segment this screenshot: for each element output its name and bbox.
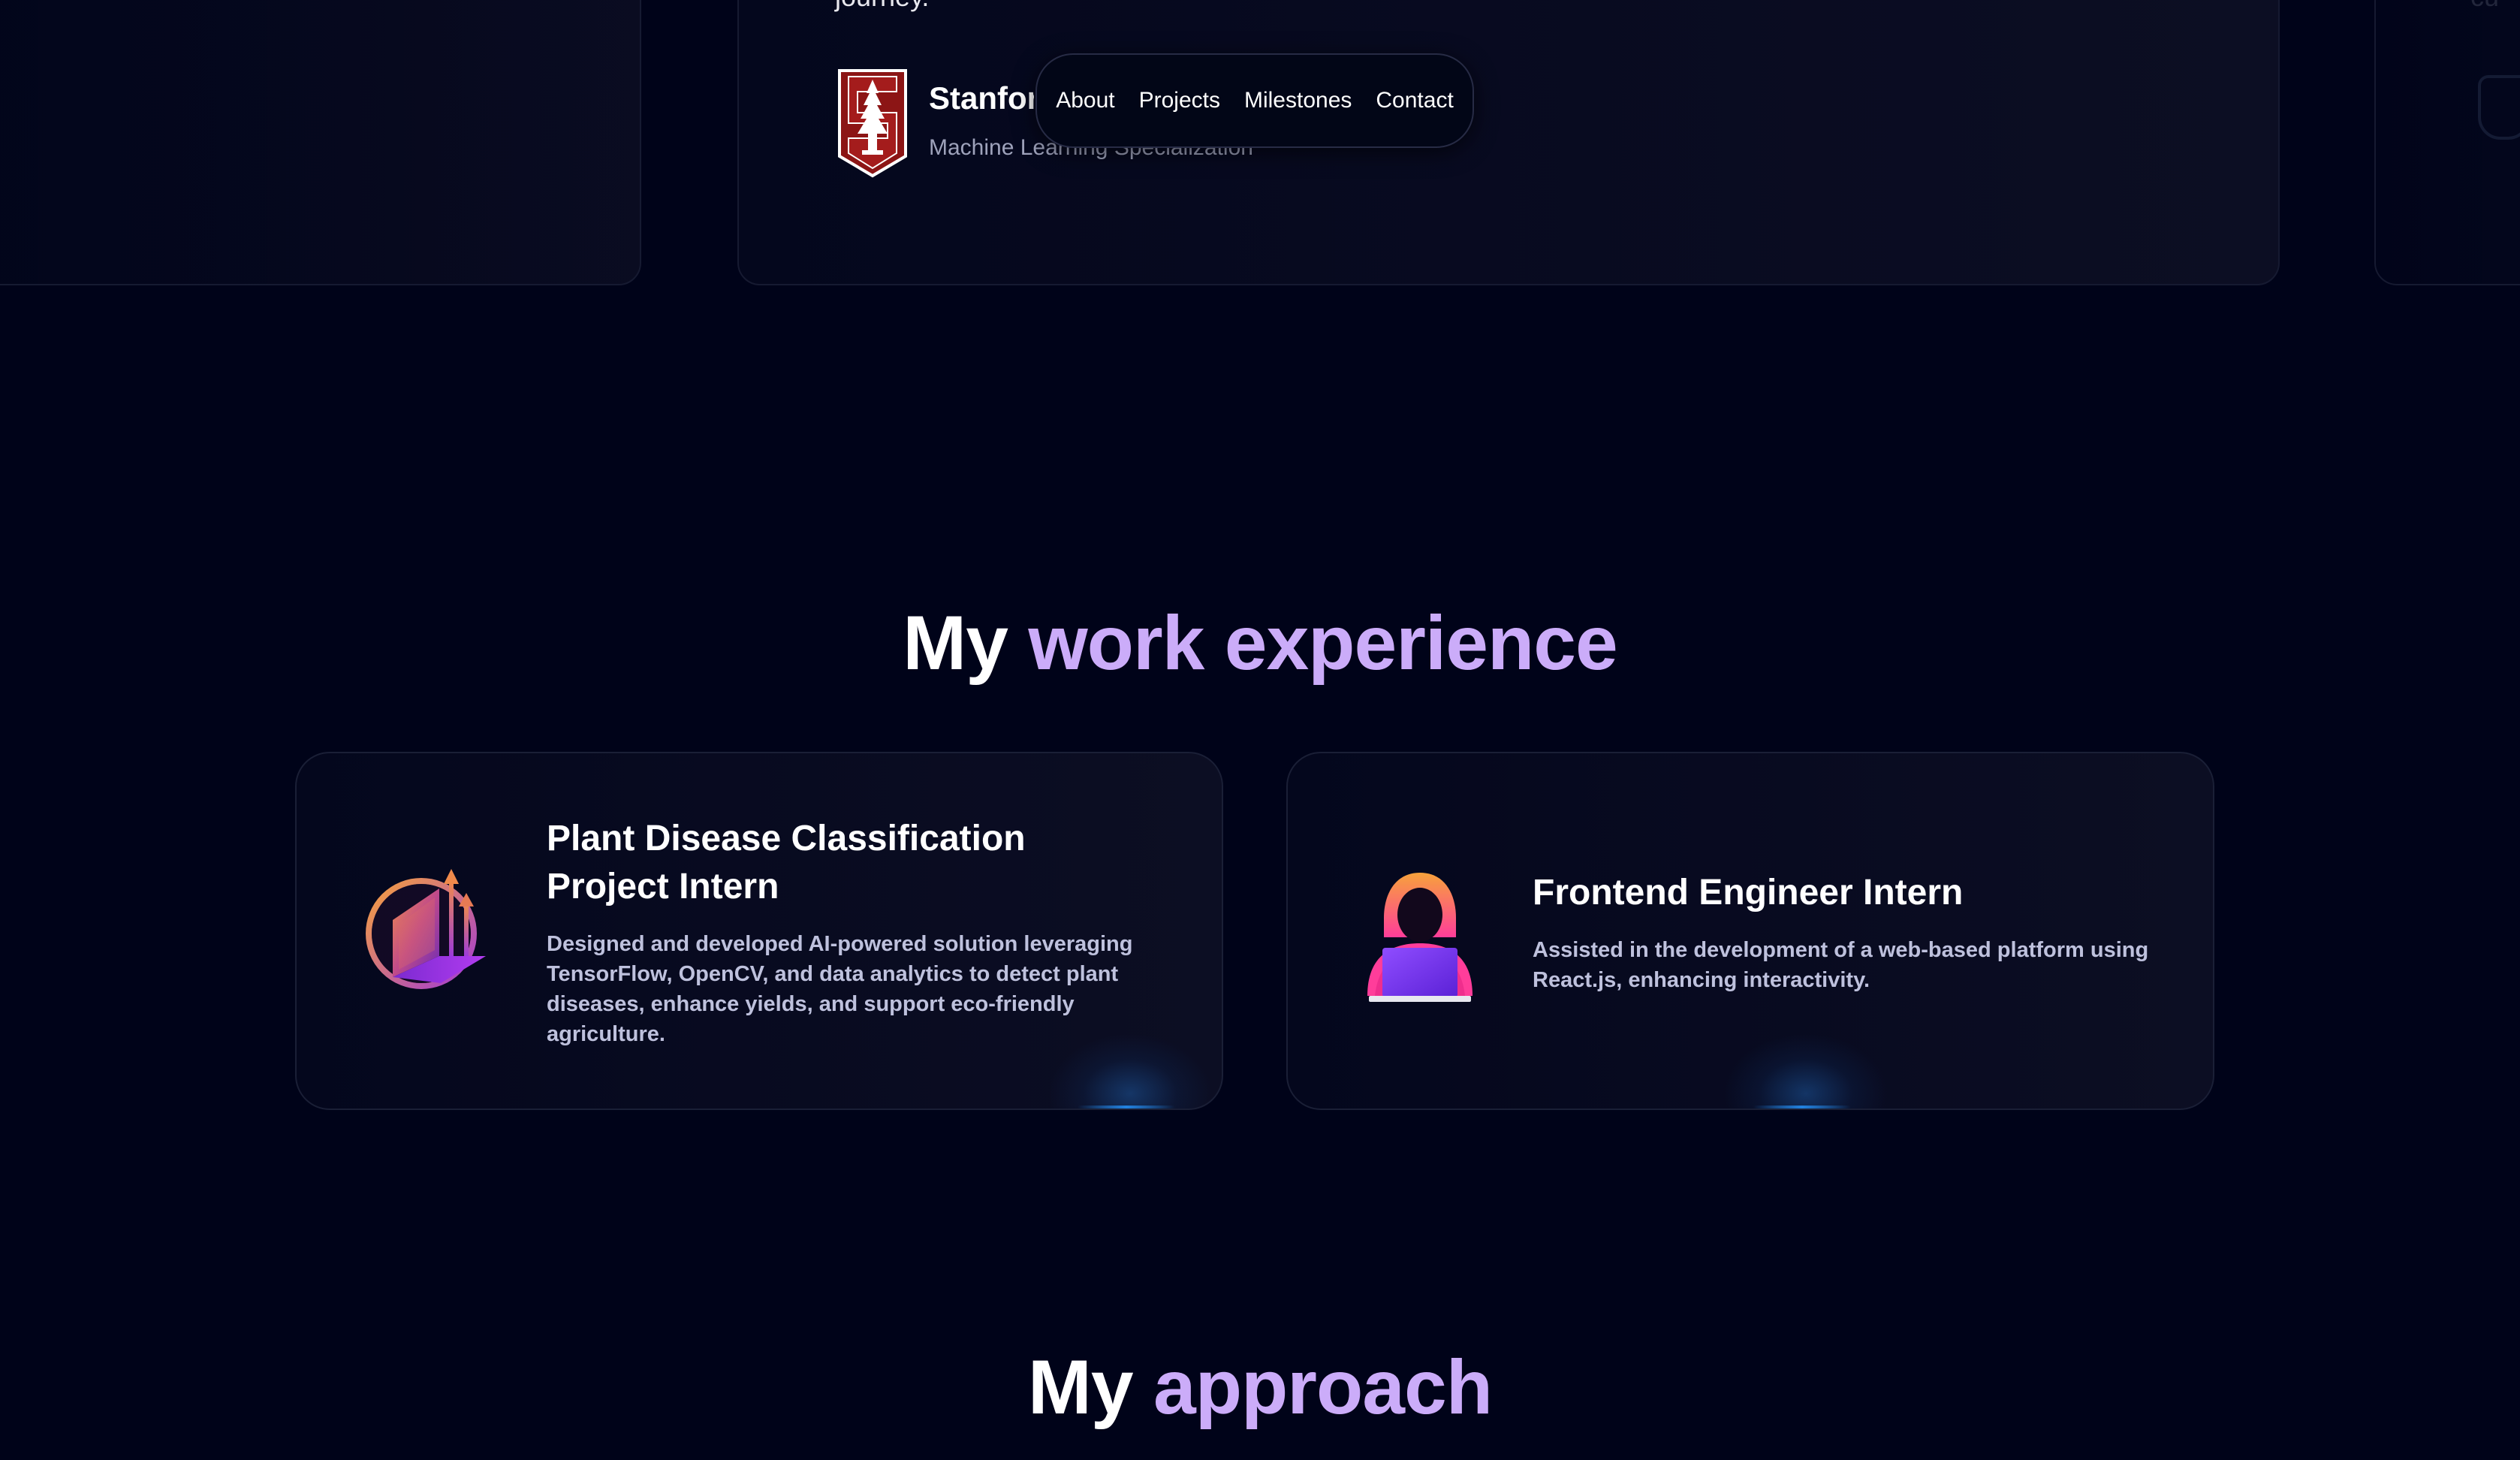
floating-nav: About Projects Milestones Contact xyxy=(1035,53,1474,148)
nav-link-milestones[interactable]: Milestones xyxy=(1244,88,1352,113)
heading-plain-text: My xyxy=(903,600,1008,686)
next-testimonial-logo xyxy=(2478,75,2520,140)
work-experience-heading: My work experience xyxy=(0,605,2520,681)
heading-accent-text: work experience xyxy=(1028,600,1617,686)
testimonial-name: Stanford xyxy=(929,83,1034,114)
hooded-coder-icon xyxy=(1367,873,1473,1002)
experience-description: Assisted in the development of a web-bas… xyxy=(1533,938,2149,992)
card-glow-line xyxy=(1078,1106,1175,1109)
laptop-growth-icon xyxy=(366,869,486,989)
card-glow xyxy=(1723,1033,1888,1109)
experience-card-frontend-engineer[interactable]: Frontend Engineer Intern Assisted in the… xyxy=(1286,752,2214,1110)
testimonial-card-next xyxy=(2374,0,2520,285)
heading-accent-text: approach xyxy=(1153,1344,1493,1430)
nav-link-projects[interactable]: Projects xyxy=(1139,88,1220,113)
experience-title: Frontend Engineer Intern xyxy=(1533,873,1964,912)
nav-link-contact[interactable]: Contact xyxy=(1376,88,1453,113)
experience-description: Designed and developed AI-powered soluti… xyxy=(547,932,1133,1046)
page: journey. cu Stanford Machine Learning Sp… xyxy=(0,0,2520,1460)
stanford-logo-icon xyxy=(838,69,907,178)
experience-card-plant-disease[interactable]: Plant Disease Classification Project Int… xyxy=(295,752,1223,1110)
heading-plain-text: My xyxy=(1027,1344,1134,1430)
experience-title: Plant Disease Classification Project Int… xyxy=(547,819,1026,906)
testimonial-quote-text: journey. xyxy=(835,0,929,11)
nav-link-about[interactable]: About xyxy=(1056,88,1114,113)
approach-heading: My approach xyxy=(0,1349,2520,1425)
next-testimonial-text: cu xyxy=(2470,0,2499,11)
card-glow-line xyxy=(1753,1106,1851,1109)
testimonial-card-previous xyxy=(0,0,641,285)
